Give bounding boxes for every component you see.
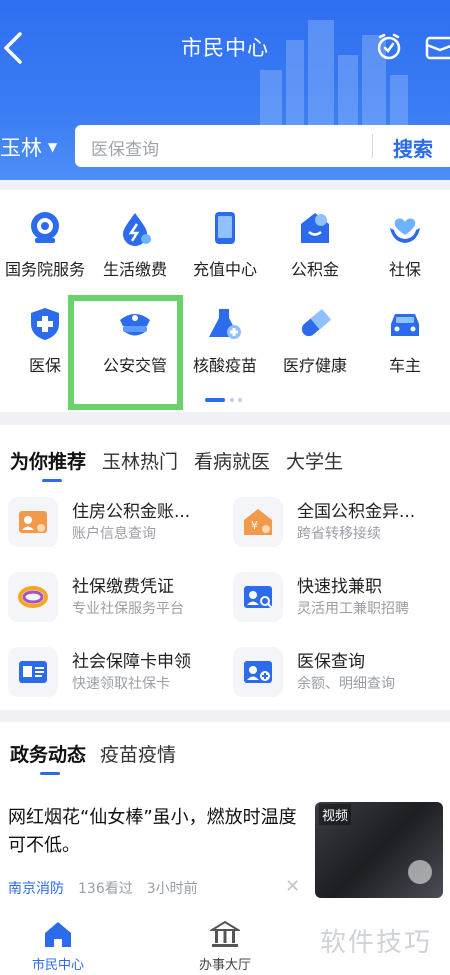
- search-bar[interactable]: 医保查询 搜索: [75, 125, 450, 167]
- message-inbox-icon[interactable]: [425, 36, 450, 60]
- service-title: 住房公积金账...: [72, 502, 191, 522]
- utility-bill-icon: [123, 213, 151, 246]
- news-section: 政务动态 疫苗疫情 网红烟花“仙女棒”虽小，燃放时温度可不低。 南京消防 136…: [0, 722, 450, 912]
- grid-item-label: 车主: [388, 356, 421, 375]
- nav-label: 市民中心: [31, 958, 84, 973]
- play-icon: [408, 860, 432, 884]
- alarm-clock-icon[interactable]: [374, 32, 404, 62]
- service-title: 社会保障卡申领: [72, 652, 191, 672]
- pill-icon: [301, 308, 331, 337]
- city-name: 玉林: [0, 136, 42, 160]
- house-yuan-icon: ¥: [233, 497, 283, 547]
- tab-see-doctor[interactable]: 看病就医: [194, 447, 270, 474]
- phone-recharge-icon: [215, 212, 235, 244]
- tab-gov-news[interactable]: 政务动态: [10, 740, 86, 775]
- service-item-medical-insurance-query[interactable]: 医保查询 余额、明细查询: [225, 641, 450, 711]
- video-label: 视频: [319, 804, 352, 825]
- id-plus-icon: [233, 647, 283, 697]
- nav-item-citizen-center[interactable]: 市民中心: [8, 920, 108, 973]
- tab-yulin-hot[interactable]: 玉林热门: [102, 447, 178, 474]
- watermark-text: 软件技巧: [320, 928, 433, 958]
- news-thumbnail[interactable]: 视频: [315, 802, 443, 898]
- grid-item-label: 社保: [388, 260, 421, 279]
- housing-fund-icon: [301, 213, 329, 243]
- recommend-section: 为你推荐 玉林热门 看病就医 大学生 住房公积金账... 账户信息查询 ¥ 全国…: [0, 425, 450, 710]
- tab-vaccine-epidemic[interactable]: 疫苗疫情: [100, 740, 176, 767]
- search-button[interactable]: 搜索: [393, 133, 433, 162]
- nav-item-service-hall[interactable]: 办事大厅: [175, 920, 275, 973]
- service-subtitle: 专业社保服务平台: [72, 601, 184, 617]
- service-subtitle: 账户信息查询: [72, 526, 156, 542]
- news-time: 3小时前: [146, 881, 198, 897]
- tab-for-you[interactable]: 为你推荐: [10, 447, 86, 482]
- social-security-icon: [390, 218, 420, 243]
- news-meta: 南京消防 136看过 3小时前: [8, 878, 198, 898]
- service-item-quick-part-time[interactable]: 快速找兼职 灵活用工兼职招聘: [225, 566, 450, 636]
- home-icon: [45, 922, 71, 947]
- service-item-social-card-apply[interactable]: 社会保障卡申领 快速领取社保卡: [0, 641, 225, 711]
- nav-label: 办事大厅: [198, 958, 251, 973]
- tab-college[interactable]: 大学生: [286, 447, 343, 474]
- news-source[interactable]: 南京消防: [8, 878, 64, 898]
- svg-text:¥: ¥: [251, 519, 258, 532]
- grid-item-car-owner[interactable]: 车主: [360, 286, 450, 376]
- service-item-housing-fund-account[interactable]: 住房公积金账... 账户信息查询: [0, 491, 225, 561]
- news-views: 136看过: [78, 881, 133, 897]
- search-divider: [372, 134, 373, 158]
- car-icon: [391, 314, 419, 336]
- service-subtitle: 快速领取社保卡: [72, 676, 170, 692]
- id-card-icon: [8, 647, 58, 697]
- hall-icon: [208, 920, 242, 947]
- service-item-social-payment-voucher[interactable]: 社保缴费凭证 专业社保服务平台: [0, 566, 225, 636]
- service-title: 社保缴费凭证: [72, 577, 174, 597]
- ring-logo-icon: [8, 572, 58, 622]
- city-selector[interactable]: 玉林 ▼: [0, 130, 57, 164]
- news-tabs: 政务动态 疫苗疫情: [10, 740, 176, 775]
- flask-icon: [209, 309, 241, 339]
- news-headline[interactable]: 网红烟花“仙女棒”虽小，燃放时温度可不低。: [8, 804, 308, 860]
- caret-down-icon: ▼: [48, 140, 58, 154]
- close-icon[interactable]: ✕: [285, 876, 300, 897]
- medical-insurance-icon: [31, 308, 59, 340]
- service-title: 医保查询: [297, 652, 365, 672]
- grid-item-social-security[interactable]: 社保: [360, 190, 450, 280]
- service-subtitle: 灵活用工兼职招聘: [297, 601, 409, 617]
- government-service-icon: [31, 212, 59, 243]
- service-title: 全国公积金异...: [297, 502, 416, 522]
- selection-highlight-box: [68, 295, 183, 410]
- header: 市民中心 玉林 ▼ 医保查询 搜索: [0, 0, 450, 180]
- search-input[interactable]: 医保查询: [91, 135, 159, 160]
- id-search-icon: [233, 572, 283, 622]
- service-subtitle: 跨省转移接续: [297, 526, 381, 542]
- service-item-national-fund-transfer[interactable]: ¥ 全国公积金异... 跨省转移接续: [225, 491, 450, 561]
- service-subtitle: 余额、明细查询: [297, 676, 395, 692]
- recommend-tabs: 为你推荐 玉林热门 看病就医 大学生: [10, 447, 343, 482]
- account-card-icon: [8, 497, 58, 547]
- service-title: 快速找兼职: [297, 577, 382, 597]
